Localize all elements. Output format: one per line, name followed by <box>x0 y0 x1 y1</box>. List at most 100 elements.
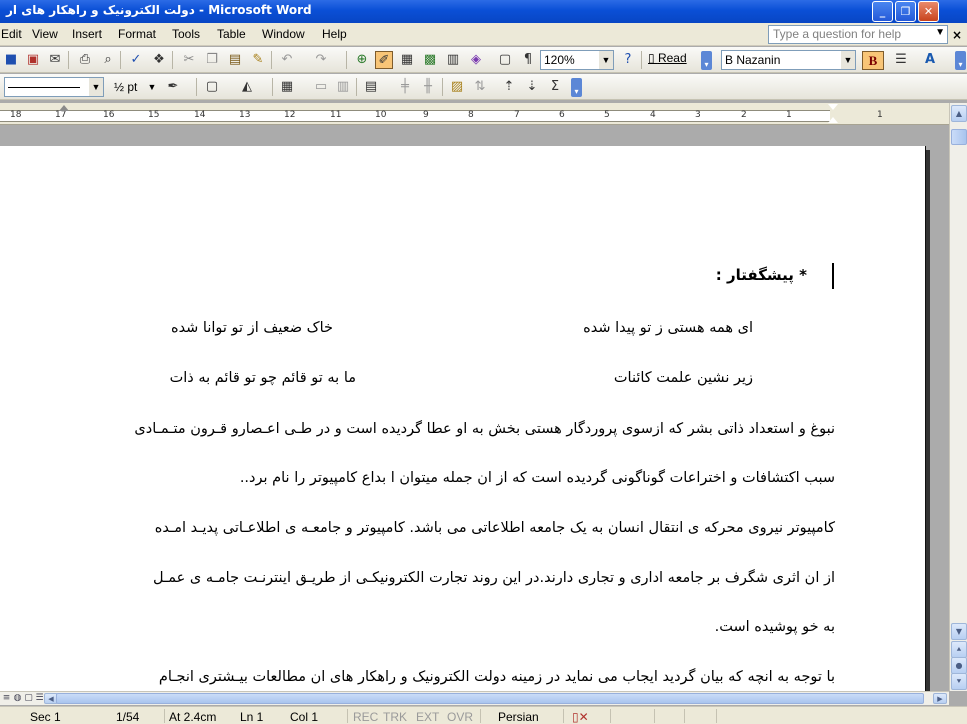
autosum-icon[interactable]: Σ <box>546 78 564 96</box>
toolbar-options-icon[interactable]: ▾ <box>571 78 582 97</box>
poem-line[interactable]: خاک ضعیف از تو توانا شده <box>171 320 333 336</box>
distribute-columns-icon[interactable]: ╫ <box>419 78 437 96</box>
poem-line[interactable]: ما به تو قائم چو تو قائم به ذات <box>170 370 356 386</box>
sort-ascending-icon[interactable]: ⇡ <box>500 78 518 96</box>
paragraph-line[interactable]: با توجه به انچه که بیان گردید ایجاب می ن… <box>159 669 835 685</box>
paragraph-line[interactable]: سبب اکتشافات و اختراعات گوناگونی گردیده … <box>240 470 835 486</box>
hyperlink-icon[interactable]: ⊕ <box>353 51 371 69</box>
chevron-down-icon[interactable]: ▼ <box>89 78 103 96</box>
table-autoformat-icon[interactable]: ▨ <box>448 78 466 96</box>
align-right-icon[interactable]: ☰ <box>892 51 910 69</box>
bold-button[interactable]: B <box>862 51 884 70</box>
outside-border-icon[interactable]: ▢ <box>203 78 221 96</box>
close-button[interactable]: ✕ <box>918 1 939 22</box>
previous-page-button[interactable]: ⯅ <box>951 641 967 658</box>
tables-borders-icon[interactable]: ✐ <box>375 51 393 69</box>
distribute-rows-icon[interactable]: ╪ <box>396 78 414 96</box>
document-heading[interactable]: * پیشگفتار : <box>716 266 807 284</box>
columns-icon[interactable]: ▥ <box>444 51 462 69</box>
chevron-down-icon[interactable]: ▼ <box>935 27 945 38</box>
horizontal-scrollbar[interactable]: ≡ ◍ ▢ ☰ ◀ ▶ <box>0 691 949 705</box>
save-icon[interactable]: ■ <box>2 51 20 69</box>
print-preview-icon[interactable]: ⌕ <box>99 51 117 69</box>
print-layout-icon[interactable]: ▢ <box>23 692 34 704</box>
insert-table-icon[interactable]: ▦ <box>398 51 416 69</box>
split-cells-icon[interactable]: ▥ <box>334 78 352 96</box>
status-language[interactable]: Persian <box>498 710 539 724</box>
vertical-scroll-thumb[interactable] <box>951 129 967 145</box>
document-map-icon[interactable]: ▢ <box>496 51 514 69</box>
chevron-down-icon[interactable]: ▼ <box>599 51 613 69</box>
merge-cells-icon[interactable]: ▭ <box>312 78 330 96</box>
drawing-icon[interactable]: ◈ <box>467 51 485 69</box>
copy-icon[interactable]: ❐ <box>203 51 221 69</box>
menu-edit[interactable]: Edit <box>1 27 22 41</box>
line-weight-select[interactable]: ½ pt ▼ <box>110 77 160 97</box>
vertical-scrollbar[interactable]: ▲ ▼ ⯅ ● ⯆ <box>949 103 967 691</box>
email-icon[interactable]: ✉ <box>46 51 64 69</box>
scroll-up-button[interactable]: ▲ <box>951 105 967 122</box>
insert-excel-icon[interactable]: ▩ <box>421 51 439 69</box>
print-icon[interactable]: ⎙ <box>76 51 94 69</box>
spelling-status-icon[interactable]: ▯✕ <box>572 710 589 724</box>
paragraph-line[interactable]: کامپیوتر نیروی محرکه ی انتقال انسان به ی… <box>155 520 835 536</box>
status-rec[interactable]: REC <box>353 710 378 724</box>
next-page-button[interactable]: ⯆ <box>951 673 967 690</box>
status-ext[interactable]: EXT <box>416 710 439 724</box>
text-direction-icon[interactable]: ⇅ <box>471 78 489 96</box>
web-layout-icon[interactable]: ◍ <box>12 692 23 704</box>
left-indent-marker[interactable] <box>59 105 69 111</box>
poem-line[interactable]: زیر نشین علمت کائنات <box>614 370 753 386</box>
poem-line[interactable]: ای همه هستی ز تو پیدا شده <box>583 320 753 336</box>
permission-icon[interactable]: ▣ <box>24 51 42 69</box>
document-page[interactable]: * پیشگفتار : ای همه هستی ز تو پیدا شده خ… <box>0 146 926 691</box>
horizontal-scroll-thumb[interactable] <box>56 693 924 704</box>
undo-icon[interactable]: ↶ <box>278 51 296 69</box>
research-icon[interactable]: ❖ <box>150 51 168 69</box>
select-browse-object-button[interactable]: ● <box>951 657 967 674</box>
status-trk[interactable]: TRK <box>383 710 407 724</box>
sort-descending-icon[interactable]: ⇣ <box>523 78 541 96</box>
scroll-right-button[interactable]: ▶ <box>933 693 947 704</box>
toolbar-options-icon[interactable]: ▾ <box>955 51 966 70</box>
shading-color-icon[interactable]: ◭ <box>238 78 256 96</box>
font-name-select[interactable]: B Nazanin ▼ <box>721 50 856 70</box>
paragraph-line[interactable]: نبوغ و استعداد ذاتی بشر که ازسوی پروردگا… <box>134 421 835 437</box>
format-painter-icon[interactable]: ✎ <box>249 51 267 69</box>
horizontal-ruler[interactable]: 18 17 16 15 14 13 12 11 10 9 8 7 6 5 4 3… <box>0 103 949 125</box>
maximize-button[interactable]: ❐ <box>895 1 916 22</box>
toolbar-options-icon[interactable]: ▾ <box>701 51 712 70</box>
line-style-select[interactable]: ▼ <box>4 77 104 97</box>
chevron-down-icon[interactable]: ▼ <box>145 78 159 96</box>
status-ovr[interactable]: OVR <box>447 710 473 724</box>
scroll-down-button[interactable]: ▼ <box>951 623 967 640</box>
menu-help[interactable]: Help <box>322 27 347 41</box>
menu-tools[interactable]: Tools <box>172 27 200 41</box>
redo-icon[interactable]: ↷ <box>312 51 330 69</box>
help-search-input[interactable]: Type a question for help ▼ <box>768 25 948 44</box>
menu-window[interactable]: Window <box>262 27 305 41</box>
show-hide-icon[interactable]: ¶ <box>519 51 537 69</box>
align-cell-icon[interactable]: ▤ <box>362 78 380 96</box>
zoom-select[interactable]: 120% ▼ <box>540 50 614 70</box>
border-color-icon[interactable]: ✒ <box>164 78 182 96</box>
cut-icon[interactable]: ✂ <box>180 51 198 69</box>
read-button[interactable]: ▯ Read <box>648 51 687 65</box>
insert-table-icon[interactable]: ▦ <box>278 78 296 96</box>
paragraph-line[interactable]: از ان اثری شگرف بر جامعه اداری و تجاری د… <box>153 570 835 586</box>
font-color-icon[interactable]: A <box>921 51 939 69</box>
menu-table[interactable]: Table <box>217 27 246 41</box>
first-line-indent-marker[interactable] <box>828 104 838 110</box>
paste-icon[interactable]: ▤ <box>226 51 244 69</box>
menu-format[interactable]: Format <box>118 27 156 41</box>
document-area[interactable]: * پیشگفتار : ای همه هستی ز تو پیدا شده خ… <box>0 126 949 691</box>
spelling-icon[interactable]: ✓ <box>127 51 145 69</box>
hanging-indent-marker[interactable] <box>828 117 838 123</box>
menu-insert[interactable]: Insert <box>72 27 102 41</box>
minimize-button[interactable]: _ <box>872 1 893 22</box>
help-icon[interactable]: ? <box>619 51 637 69</box>
menu-view[interactable]: View <box>32 27 58 41</box>
paragraph-line[interactable]: به خو پوشیده است. <box>715 619 835 635</box>
normal-view-icon[interactable]: ≡ <box>1 692 12 704</box>
chevron-down-icon[interactable]: ▼ <box>841 51 855 69</box>
